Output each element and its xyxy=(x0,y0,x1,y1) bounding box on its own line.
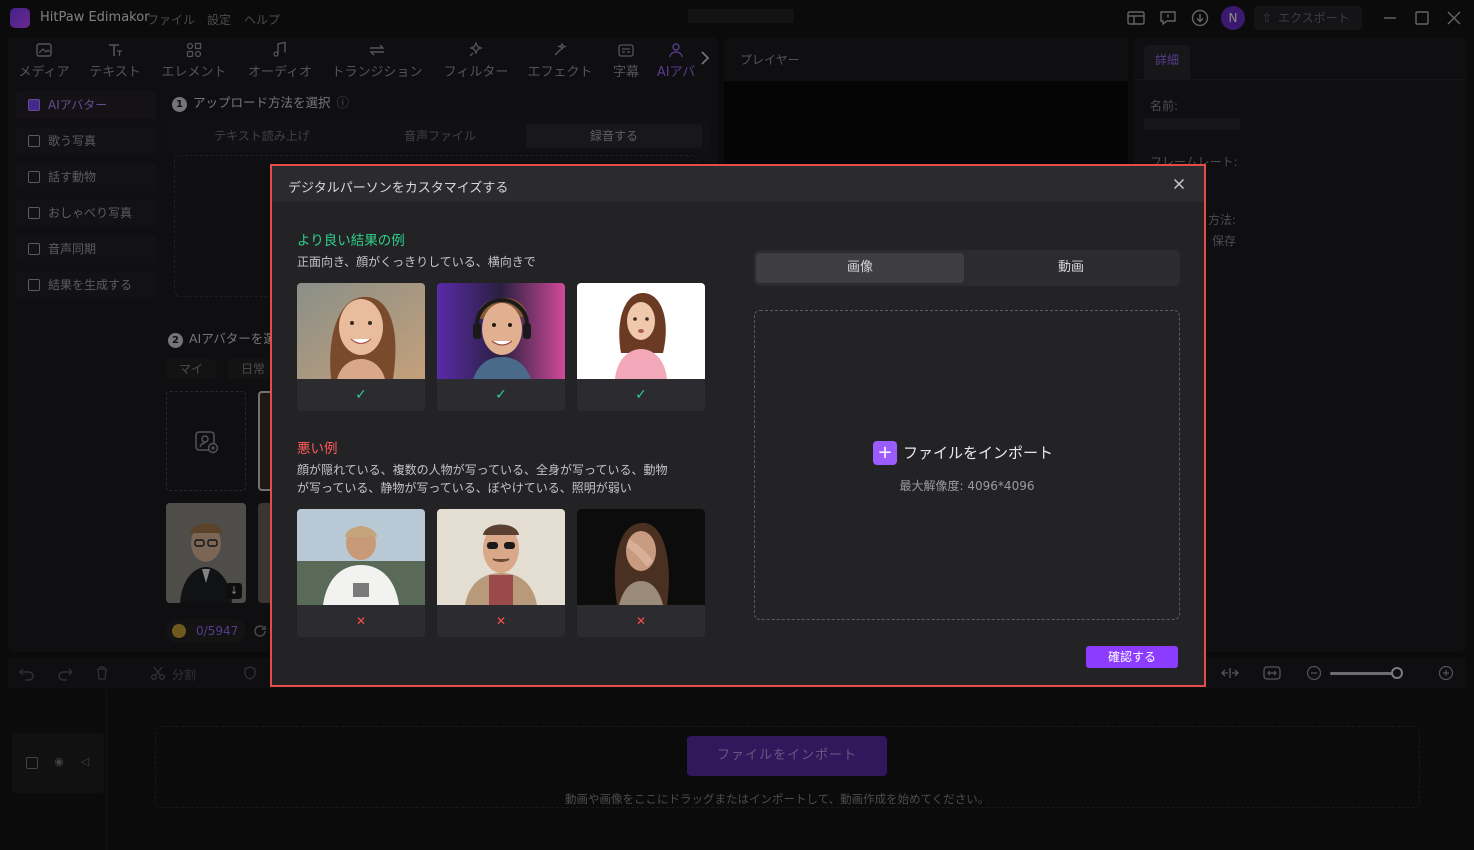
check-icon: ✓ xyxy=(355,387,367,403)
cross-icon: ✕ xyxy=(355,614,367,628)
good-example-1: ✓ xyxy=(297,283,425,411)
person-back-view-photo xyxy=(297,509,425,605)
woman-smiling-photo xyxy=(297,283,425,379)
bad-examples-desc-line2: が写っている、静物が写っている、ぼやけている、照明が弱い xyxy=(297,481,632,495)
good-example-3: ✓ xyxy=(577,283,705,411)
max-resolution-text: 最大解像度: 4096*4096 xyxy=(899,479,1035,493)
import-file-label[interactable]: ファイルをインポート xyxy=(903,442,1053,463)
close-icon[interactable] xyxy=(1172,177,1186,191)
man-headphones-photo xyxy=(437,283,565,379)
media-type-tabs: 画像 動画 xyxy=(754,250,1180,286)
good-examples-title: より良い結果の例 xyxy=(297,233,405,249)
dialog-header: デジタルパーソンをカスタマイズする xyxy=(272,166,1204,202)
girl-pink-hoodie-photo xyxy=(577,283,705,379)
plus-icon[interactable]: + xyxy=(873,441,897,465)
bad-example-2: ✕ xyxy=(437,509,565,637)
bad-examples-title: 悪い例 xyxy=(297,441,338,457)
bad-examples-desc-line1: 顔が隠れている、複数の人物が写っている、全身が写っている、動物 xyxy=(297,463,668,477)
check-icon: ✓ xyxy=(495,387,507,403)
cross-icon: ✕ xyxy=(495,614,507,628)
cross-icon: ✕ xyxy=(635,614,647,628)
confirm-button[interactable]: 確認する xyxy=(1086,646,1178,668)
tab-video[interactable]: 動画 xyxy=(967,253,1175,283)
tab-image[interactable]: 画像 xyxy=(756,253,964,283)
customize-digital-person-dialog: デジタルパーソンをカスタマイズする より良い結果の例 正面向き、顔がくっきりして… xyxy=(270,164,1206,687)
man-sunglasses-photo xyxy=(437,509,565,605)
check-icon: ✓ xyxy=(635,387,647,403)
face-covered-photo xyxy=(577,509,705,605)
dialog-title: デジタルパーソンをカスタマイズする xyxy=(288,181,509,196)
bad-example-1: ✕ xyxy=(297,509,425,637)
file-upload-area[interactable]: + ファイルをインポート 最大解像度: 4096*4096 xyxy=(754,310,1180,620)
bad-example-3: ✕ xyxy=(577,509,705,637)
good-examples-desc: 正面向き、顔がくっきりしている、横向きで xyxy=(297,255,536,269)
good-example-2: ✓ xyxy=(437,283,565,411)
